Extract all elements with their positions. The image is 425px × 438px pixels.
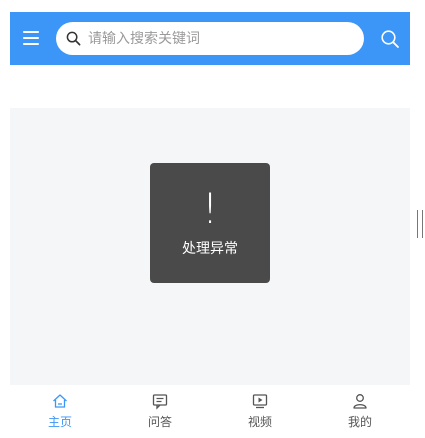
- menu-icon[interactable]: [23, 31, 39, 45]
- exclamation-icon: !: [201, 184, 219, 233]
- chat-icon: [152, 394, 168, 410]
- top-bar: [10, 12, 410, 65]
- search-button-icon[interactable]: [380, 29, 400, 49]
- tab-label: 我的: [347, 415, 372, 429]
- search-box[interactable]: [56, 22, 364, 55]
- user-icon: [353, 394, 367, 409]
- video-icon: [252, 394, 268, 409]
- tab-mine[interactable]: 我的: [310, 385, 410, 438]
- tab-label: 主页: [47, 415, 72, 429]
- home-icon: [53, 394, 67, 408]
- search-input[interactable]: [88, 22, 353, 55]
- toast-message: 处理异常: [182, 241, 238, 257]
- tab-label: 视频: [247, 415, 272, 429]
- resize-handle[interactable]: [417, 210, 423, 238]
- bottom-tab-bar: 主页 问答 视频 我的: [10, 385, 410, 438]
- app-screen: ! 处理异常 主页 问答 视: [10, 12, 410, 438]
- error-toast: ! 处理异常: [150, 163, 270, 283]
- tab-qa[interactable]: 问答: [110, 385, 210, 438]
- tab-video[interactable]: 视频: [210, 385, 310, 438]
- tab-home[interactable]: 主页: [10, 385, 110, 438]
- content-top-strip: [10, 65, 410, 108]
- tab-label: 问答: [147, 415, 172, 429]
- search-icon: [66, 31, 81, 46]
